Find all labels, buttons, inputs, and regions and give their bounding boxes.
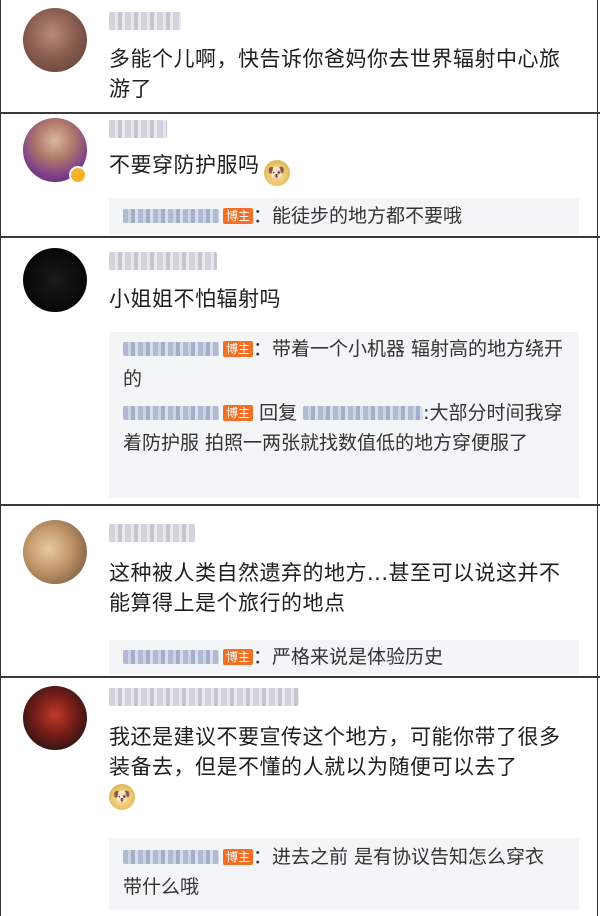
- reply-item[interactable]: 博主 ：带着一个小机器 辐射高的地方绕开的: [109, 332, 579, 394]
- comment-text: 多能个儿啊，快告诉你爸妈你去世界辐射中心旅游了: [109, 47, 561, 101]
- comment-item: 这种被人类自然遗弃的地方...甚至可以说这并不能算得上是个旅行的地点 博主 ：严格…: [0, 506, 598, 676]
- avatar[interactable]: [23, 248, 87, 312]
- reply-text: ：严格来说是体验历史: [253, 646, 444, 668]
- comment-item: 不要穿防护服吗 🐶 博主 ：能徒步的地方都不要哦: [0, 114, 598, 236]
- author-tag: 博主: [223, 208, 254, 224]
- reply-text: ：能徒步的地方都不要哦: [253, 205, 463, 227]
- avatar[interactable]: [23, 686, 87, 750]
- reply-prefix: 回复: [259, 402, 298, 424]
- username[interactable]: [109, 524, 195, 542]
- comment-text-content: 不要穿防护服吗: [109, 153, 260, 177]
- comment-text: 不要穿防护服吗 🐶: [109, 150, 579, 186]
- username[interactable]: [109, 252, 217, 270]
- reply-author[interactable]: [123, 650, 219, 664]
- comment-feed: 多能个儿啊，快告诉你爸妈你去世界辐射中心旅游了 不要穿防护服吗 🐶 博主 ：能徒步的…: [0, 0, 600, 916]
- reply-box[interactable]: 博主 ：带着一个小机器 辐射高的地方绕开的 博主 回复 :大部分时间我穿着防护服 …: [109, 332, 579, 498]
- reply-item[interactable]: 博主 ：能徒步的地方都不要哦: [109, 198, 579, 231]
- reply-author[interactable]: [123, 406, 219, 420]
- author-tag: 博主: [223, 405, 254, 421]
- comment-item: 我还是建议不要宣传这个地方，可能你带了很多装备去，但是不懂的人就以为随便可以去了…: [0, 678, 598, 916]
- comment-text: 这种被人类自然遗弃的地方...甚至可以说这并不能算得上是个旅行的地点: [109, 561, 561, 615]
- reply-box[interactable]: 博主 ：能徒步的地方都不要哦: [109, 198, 579, 234]
- comment-text: 我还是建议不要宣传这个地方，可能你带了很多装备去，但是不懂的人就以为随便可以去了…: [109, 722, 579, 810]
- doge-emoji-icon: 🐶: [263, 160, 290, 186]
- reply-author[interactable]: [123, 850, 219, 864]
- avatar[interactable]: [23, 520, 87, 584]
- author-tag: 博主: [223, 341, 254, 357]
- reply-author[interactable]: [123, 342, 219, 356]
- author-tag: 博主: [223, 649, 254, 665]
- reply-item[interactable]: 博主 回复 :大部分时间我穿着防护服 拍照一两张就找数值低的地方穿便服了: [109, 398, 579, 458]
- username[interactable]: [109, 12, 181, 30]
- comment-text-content: 我还是建议不要宣传这个地方，可能你带了很多装备去，但是不懂的人就以为随便可以去了: [109, 725, 561, 779]
- doge-emoji-icon: 🐶: [109, 784, 135, 810]
- verified-badge-icon: [69, 166, 87, 184]
- reply-item[interactable]: 博主 ：进去之前 是有协议告知怎么穿衣 带什么哦: [109, 838, 579, 902]
- author-tag: 博主: [223, 849, 254, 865]
- reply-box[interactable]: 博主 ：严格来说是体验历史: [109, 640, 579, 674]
- comment-text: 小姐姐不怕辐射吗: [109, 287, 281, 311]
- username[interactable]: [109, 120, 167, 138]
- reply-author[interactable]: [123, 209, 219, 223]
- mention-link[interactable]: [303, 406, 424, 420]
- reply-item[interactable]: 博主 ：严格来说是体验历史: [109, 640, 579, 672]
- comment-item: 多能个儿啊，快告诉你爸妈你去世界辐射中心旅游了: [0, 0, 598, 112]
- reply-box[interactable]: 博主 ：进去之前 是有协议告知怎么穿衣 带什么哦: [109, 838, 579, 910]
- avatar[interactable]: [23, 8, 87, 72]
- username[interactable]: [109, 688, 299, 706]
- comment-item: 小姐姐不怕辐射吗 博主 ：带着一个小机器 辐射高的地方绕开的 博主 回复 :大部分…: [0, 238, 598, 504]
